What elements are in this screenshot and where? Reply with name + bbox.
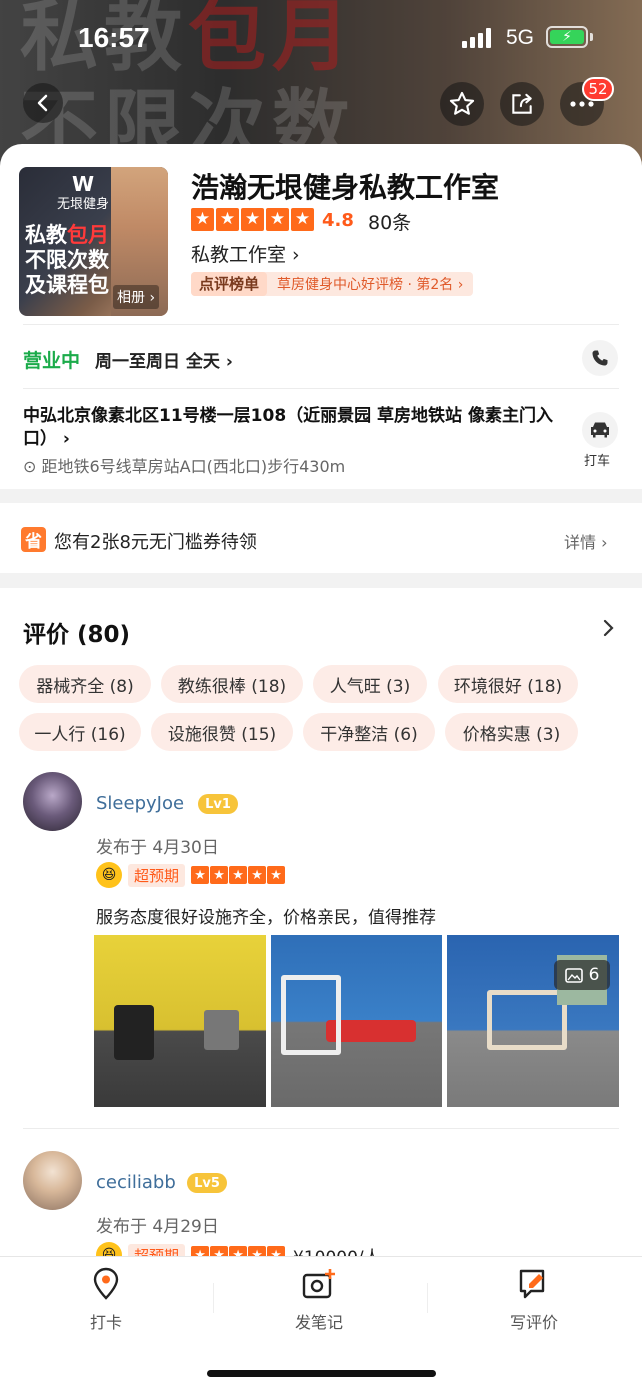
review-count[interactable]: 80条 [368,208,411,235]
open-status: 营业中 [23,350,81,372]
avatar[interactable] [23,772,82,831]
star-icon [449,91,475,115]
phone-icon [592,350,608,366]
home-indicator [207,1370,436,1377]
reviews-title[interactable]: 评价 (80) [23,615,130,649]
album-link[interactable]: 相册 › [113,285,160,309]
coupon-icon: 省 [21,527,46,552]
shop-photo-thumbnail[interactable]: W 无垠健身 私教包月 不限次数 及课程包 相册 › [19,167,168,316]
business-hours[interactable]: 周一至周日 全天 › [95,347,233,372]
favorite-button[interactable] [440,82,484,126]
review-tag[interactable]: 环境很好 (18) [438,665,578,703]
shop-address[interactable]: 中弘北京像素北区11号楼一层108（近丽景园 草房地铁站 像素主门入口） › [23,405,563,451]
battery-icon: ⚡ [546,26,588,48]
network-label: 5G [506,26,535,49]
write-review-tab[interactable]: 写评价 [474,1267,594,1333]
coupon-detail-link[interactable]: 详情 › [564,529,608,553]
shop-info-card: W 无垠健身 私教包月 不限次数 及课程包 相册 › 浩瀚无垠健身私教工作室 ★ ★… [0,144,642,489]
review-tag[interactable]: 价格实惠 (3) [445,713,578,751]
checkin-tab[interactable]: 打卡 [46,1267,166,1333]
thumb-logo: W 无垠健身 [56,172,109,212]
reviewer-name[interactable]: SleepyJoe [96,793,184,814]
review-text: 服务态度很好设施齐全，价格亲民，值得推荐 [96,908,436,928]
camera-plus-icon [302,1269,335,1299]
post-note-tab[interactable]: 发笔记 [259,1267,379,1333]
car-icon [591,422,609,438]
level-badge: Lv1 [198,794,238,814]
edit-review-icon [519,1269,545,1299]
notification-badge: 52 [582,77,614,101]
review-tag[interactable]: 器械齐全 (8) [19,665,151,703]
back-icon [37,94,48,112]
shop-name: 浩瀚无垠健身私教工作室 [191,171,500,204]
reviews-section: 评价 (80) 器械齐全 (8) 教练很棒 (18) 人气旺 (3) 环境很好 … [0,588,642,1258]
avatar[interactable] [23,1151,82,1210]
metro-distance: ⊙ 距地铁6号线草房站A口(西北口)步行430m [23,457,346,476]
shop-category[interactable]: 私教工作室 › [191,240,300,267]
chevron-right-icon[interactable] [602,618,616,642]
taxi-button[interactable] [582,412,618,448]
image-icon [564,967,583,983]
review-tag[interactable]: 教练很棒 (18) [161,665,303,703]
review-date: 发布于 4月30日 [96,838,219,858]
status-time: 16:57 [78,22,150,53]
status-bar: 16:57 5G ⚡ [0,20,642,60]
share-icon [512,93,532,114]
signal-icon [462,28,491,48]
more-icon [570,101,594,107]
review-tag[interactable]: 设施很赞 (15) [151,713,293,751]
excited-face-icon: 😆 [96,862,122,888]
rating-stars: ★ ★ ★ ★ ★ [191,208,314,231]
share-button[interactable] [500,82,544,126]
review-photo[interactable] [271,935,442,1107]
review-rating: 😆 超预期 ★ ★ ★ ★ ★ [96,862,286,888]
level-badge: Lv5 [187,1173,227,1193]
coupon-text: 您有2张8元无门槛券待领 [54,532,257,553]
reviewer-name[interactable]: ceciliabb [96,1172,176,1193]
review-tag[interactable]: 人气旺 (3) [313,665,427,703]
taxi-label: 打车 [584,454,611,469]
call-button[interactable] [582,340,618,376]
review-photo[interactable] [94,935,266,1107]
ranking-badge[interactable]: 点评榜单 草房健身中心好评榜 · 第2名 › [191,272,474,296]
photo-count-badge[interactable]: 6 [554,960,610,990]
coupon-bar[interactable]: 省 您有2张8元无门槛券待领 详情 › [0,503,642,573]
location-pin-icon [93,1267,119,1300]
back-button[interactable] [23,83,63,123]
rating-score: 4.8 [322,210,354,231]
review-date: 发布于 4月29日 [96,1217,219,1237]
review-tag[interactable]: 一人行 (16) [19,713,141,751]
review-tag[interactable]: 干净整洁 (6) [303,713,435,751]
